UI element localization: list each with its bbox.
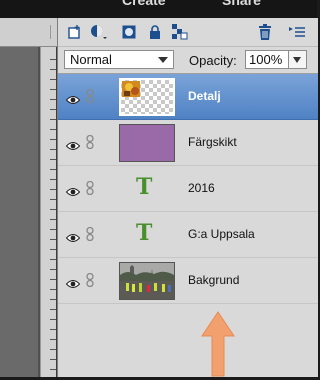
fill-adjustment-icon[interactable] <box>90 23 108 41</box>
layer-row-bakgrund[interactable]: Bakgrund <box>58 258 318 304</box>
layers-panel: Normal Opacity: 100% Detalj Färgskikt T … <box>57 18 318 377</box>
vertical-ruler <box>40 47 56 377</box>
layer-name: G:a Uppsala <box>188 227 255 241</box>
chevron-down-icon <box>293 57 301 63</box>
layer-thumbnail <box>119 124 175 162</box>
opacity-input[interactable]: 100% <box>245 50 289 69</box>
link-icon[interactable] <box>86 134 94 150</box>
eye-icon[interactable] <box>65 276 81 288</box>
opacity-dropdown-button[interactable] <box>289 50 307 69</box>
eye-icon[interactable] <box>65 138 81 150</box>
annotation-arrow-icon <box>201 311 235 377</box>
blend-mode-select[interactable]: Normal <box>64 50 174 69</box>
menu-share[interactable]: Share <box>222 0 261 8</box>
lock-icon[interactable] <box>146 23 164 41</box>
menu-create[interactable]: Create <box>122 0 166 8</box>
eye-icon[interactable] <box>65 184 81 196</box>
layer-thumbnail <box>119 78 175 116</box>
trash-icon[interactable] <box>256 23 274 41</box>
document-canvas[interactable] <box>0 47 40 377</box>
link-icon[interactable] <box>86 272 94 288</box>
new-layer-icon[interactable] <box>66 23 84 41</box>
layer-row-2016[interactable]: T 2016 <box>58 166 318 212</box>
opacity-label: Opacity: <box>189 53 237 68</box>
lock-transparency-icon[interactable] <box>171 23 189 41</box>
layers-toolbar <box>58 18 318 47</box>
link-icon[interactable] <box>86 226 94 242</box>
eye-icon[interactable] <box>65 230 81 242</box>
text-layer-icon: T <box>136 174 153 200</box>
link-icon[interactable] <box>86 88 94 104</box>
link-icon[interactable] <box>86 180 94 196</box>
layer-name: 2016 <box>188 181 215 195</box>
opacity-value: 100% <box>249 52 283 67</box>
layer-row-ga-uppsala[interactable]: T G:a Uppsala <box>58 212 318 258</box>
eye-icon[interactable] <box>65 92 81 104</box>
blend-mode-value: Normal <box>70 52 112 67</box>
menu-bar: Create Share <box>0 0 317 18</box>
layer-name: Bakgrund <box>188 273 240 287</box>
layer-name: Färgskikt <box>188 135 237 149</box>
chevron-down-icon <box>158 57 168 63</box>
layer-row-fargskikt[interactable]: Färgskikt <box>58 120 318 166</box>
layer-row-detalj[interactable]: Detalj <box>58 74 318 120</box>
layer-name: Detalj <box>188 89 221 103</box>
layer-thumbnail <box>119 262 175 300</box>
panel-menu-icon[interactable] <box>288 23 306 41</box>
document-tab-bar <box>0 18 57 47</box>
layer-controls: Normal Opacity: 100% <box>58 47 318 74</box>
text-layer-icon: T <box>136 220 153 246</box>
mask-icon[interactable] <box>120 23 138 41</box>
